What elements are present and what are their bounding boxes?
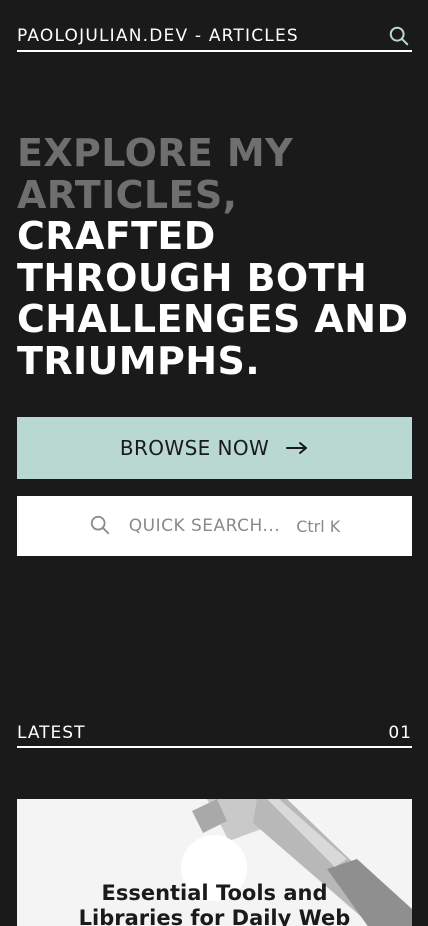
- browse-now-button[interactable]: BROWSE NOW: [17, 417, 412, 479]
- hero-line: THROUGH BOTH: [17, 255, 368, 300]
- hero-heading: EXPLORE MY ARTICLES, CRAFTED THROUGH BOT…: [17, 131, 417, 383]
- hero-line: EXPLORE MY: [17, 131, 294, 175]
- article-card[interactable]: Essential Tools and Libraries for Daily …: [17, 799, 412, 926]
- browse-now-label: BROWSE NOW: [119, 436, 270, 460]
- quick-search-input[interactable]: QUICK SEARCH... Ctrl K: [17, 496, 412, 556]
- article-title: Essential Tools and Libraries for Daily …: [78, 881, 351, 926]
- hero-line: TRIUMPHS.: [17, 338, 261, 383]
- hero-line: ARTICLES,: [17, 172, 238, 217]
- latest-section-header: LATEST 01: [17, 722, 412, 748]
- article-count: 01: [388, 723, 412, 743]
- top-bar: PAOLOJULIAN.DEV - ARTICLES: [17, 24, 412, 52]
- site-title[interactable]: PAOLOJULIAN.DEV - ARTICLES: [17, 24, 299, 48]
- search-icon: [89, 514, 113, 538]
- articles-page: PAOLOJULIAN.DEV - ARTICLES EXPLORE MY AR…: [0, 0, 428, 926]
- search-shortcut: Ctrl K: [296, 516, 341, 536]
- hero-line: CHALLENGES AND: [17, 297, 409, 341]
- hero-line: CRAFTED: [17, 214, 216, 258]
- arrow-right-icon: [285, 436, 309, 460]
- search-icon[interactable]: [387, 24, 411, 48]
- search-placeholder: QUICK SEARCH...: [128, 516, 281, 536]
- section-title: LATEST: [17, 723, 86, 743]
